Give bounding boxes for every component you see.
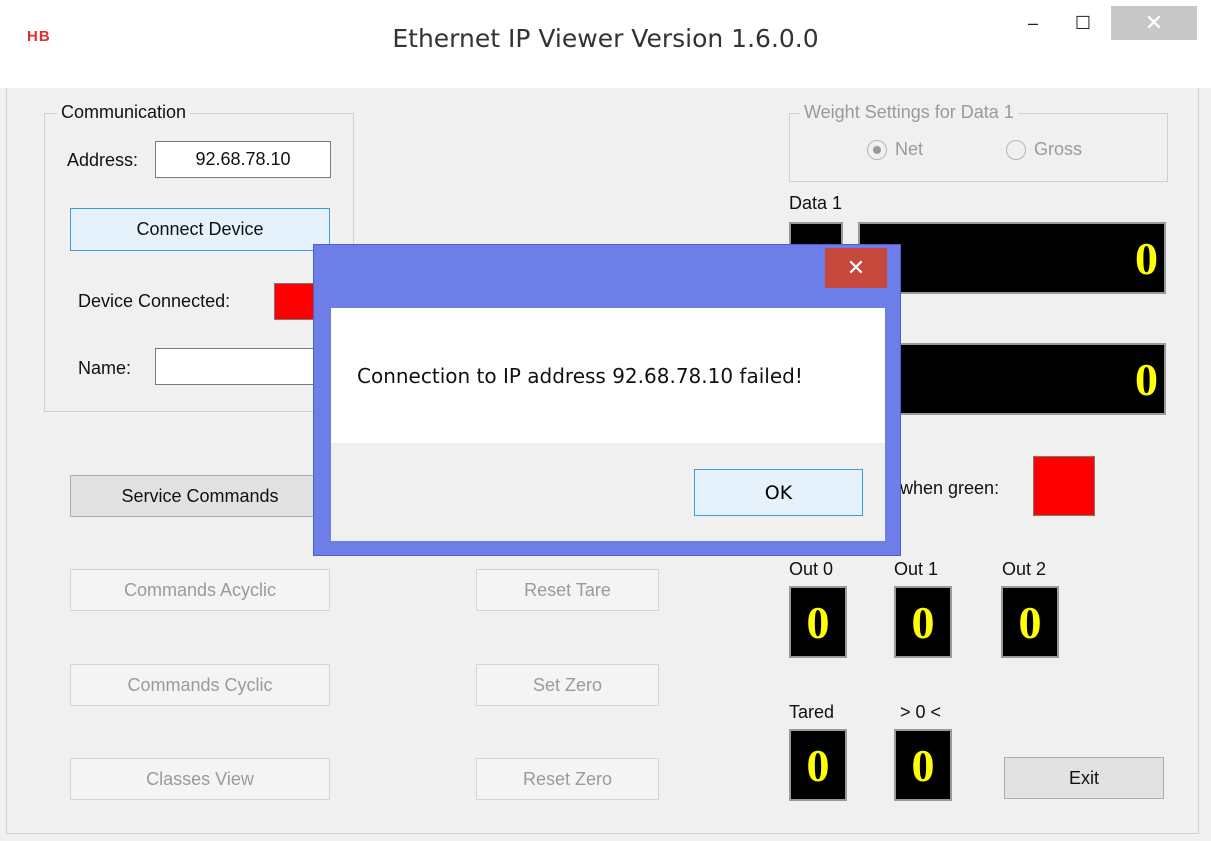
connect-device-button[interactable]: Connect Device (70, 208, 330, 251)
out1-label: Out 1 (894, 559, 939, 579)
address-input[interactable]: 92.68.78.10 (155, 141, 331, 178)
dialog-close-button[interactable]: ✕ (825, 248, 887, 288)
out0-display: 0 (789, 586, 847, 658)
commands-acyclic-button[interactable]: Commands Acyclic (70, 569, 330, 611)
main-window: HB Ethernet IP Viewer Version 1.6.0.0 – … (0, 0, 1211, 841)
window-close-button[interactable]: ✕ (1111, 6, 1197, 40)
dialog-message: Connection to IP address 92.68.78.10 fai… (357, 364, 803, 388)
zero-label: > 0 < (900, 702, 942, 722)
minimize-button[interactable]: – (1010, 6, 1056, 40)
name-input[interactable] (155, 348, 331, 385)
minimize-icon: – (1027, 12, 1038, 33)
tared-display: 0 (789, 729, 847, 801)
out2-display: 0 (1001, 586, 1059, 658)
weight-settings-group (789, 113, 1168, 182)
set-zero-button[interactable]: Set Zero (476, 664, 659, 706)
close-icon: ✕ (1144, 10, 1164, 35)
device-connected-indicator (274, 283, 314, 320)
data1-display: 0 (858, 222, 1166, 294)
name-label: Name: (78, 358, 132, 378)
device-connected-label: Device Connected: (78, 291, 231, 311)
communication-legend: Communication (57, 102, 191, 123)
maximize-button[interactable]: ☐ (1060, 6, 1106, 40)
gross-label: Gross (1034, 139, 1083, 159)
zero-display: 0 (894, 729, 952, 801)
reset-tare-button[interactable]: Reset Tare (476, 569, 659, 611)
address-label: Address: (67, 150, 139, 170)
tared-label: Tared (789, 702, 835, 722)
data1-label: Data 1 (789, 193, 843, 213)
status-indicator (1033, 456, 1095, 516)
net-radio[interactable] (867, 140, 887, 160)
classes-view-button[interactable]: Classes View (70, 758, 330, 800)
maximize-icon: ☐ (1074, 12, 1092, 33)
out1-display: 0 (894, 586, 952, 658)
net-label: Net (895, 139, 924, 159)
data2-display: 0 (858, 343, 1166, 415)
close-icon: ✕ (846, 255, 866, 280)
out2-label: Out 2 (1002, 559, 1047, 579)
out0-label: Out 0 (789, 559, 834, 579)
when-green-label: when green: (900, 478, 1000, 498)
gross-radio[interactable] (1006, 140, 1026, 160)
weight-settings-legend: Weight Settings for Data 1 (800, 102, 1018, 123)
ok-button[interactable]: OK (694, 469, 863, 516)
exit-button[interactable]: Exit (1004, 757, 1164, 799)
service-commands-button[interactable]: Service Commands (70, 475, 330, 517)
reset-zero-button[interactable]: Reset Zero (476, 758, 659, 800)
commands-cyclic-button[interactable]: Commands Cyclic (70, 664, 330, 706)
